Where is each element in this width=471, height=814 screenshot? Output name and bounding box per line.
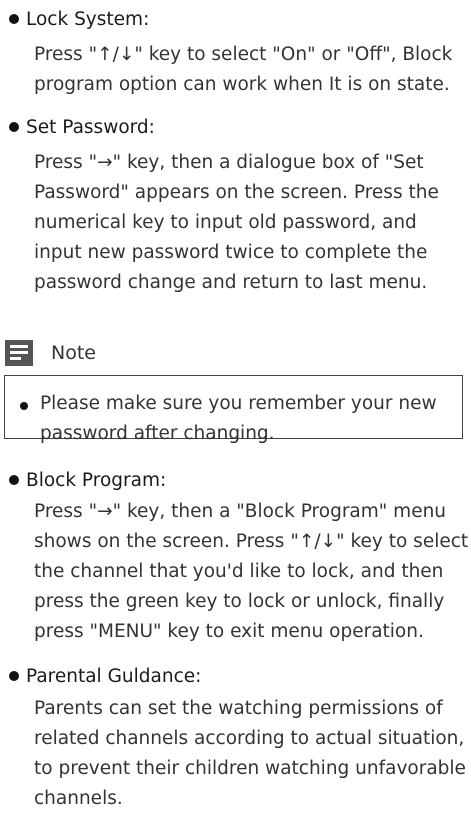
heading-colon: : [143,9,150,30]
set-password-description: Press "→" key, then a dialogue box of "S… [34,152,439,293]
heading-title: Block Program [26,470,160,491]
heading-title: Set Password [26,117,149,138]
heading-colon: : [195,666,202,687]
heading-colon: : [159,470,167,491]
bullet-dot [9,14,19,24]
heading-lock-system: Lock System: [9,8,149,32]
bullet-dot [9,671,19,681]
note-header: Note [5,338,96,368]
parental-guidance-description: Parents can set the watching permissions… [34,698,466,809]
bullet-dot [9,475,19,485]
note-bullet-dot [20,402,28,410]
bullet-dot [9,122,19,132]
note-icon [5,340,33,366]
heading-set-password: Set Password: [9,116,155,140]
heading-colon: : [148,117,155,138]
heading-title: Lock System [26,9,144,30]
block-program-description: Press "→" key, then a "Block Program" me… [34,501,469,642]
note-text: Please make sure you remember your new p… [40,393,437,444]
lock-system-description: Press "↑/↓" key to select "On" or "Off",… [34,44,453,95]
heading-title: Parental Guldance [26,666,196,687]
heading-parental-guidance: Parental Guldance: [9,665,201,689]
heading-block-program: Block Program: [9,469,166,493]
note-label: Note [51,342,96,364]
